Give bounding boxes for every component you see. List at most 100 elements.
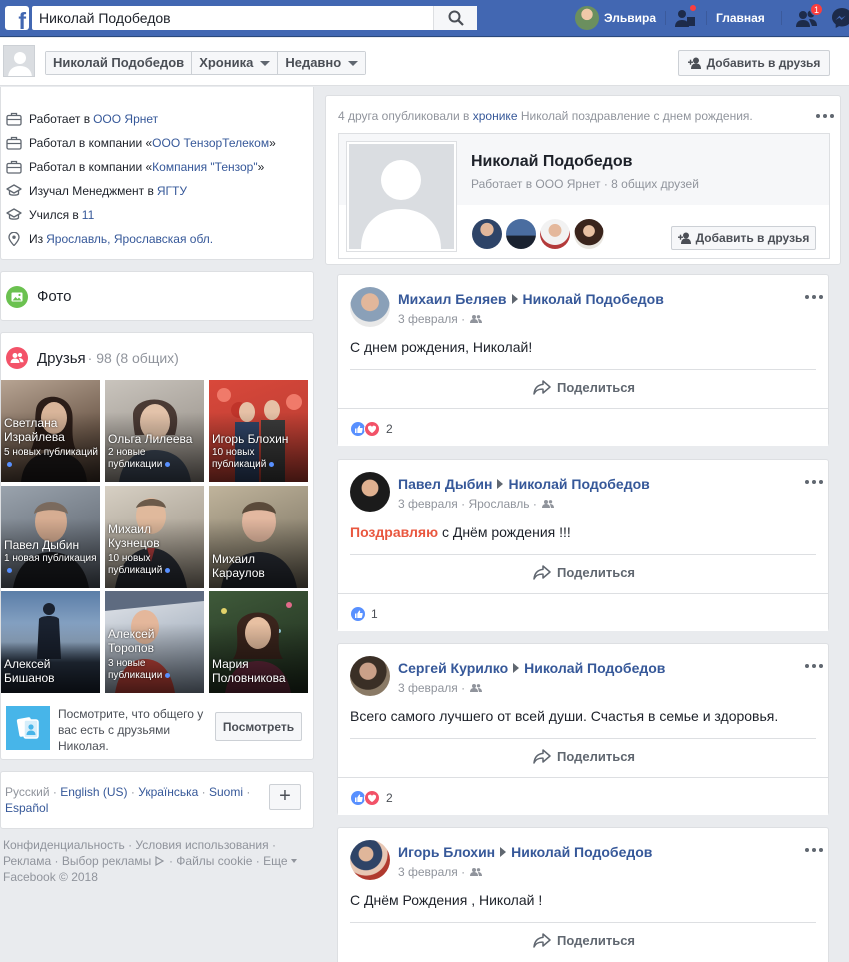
intro-link[interactable]: ООО ТензорТелеком: [152, 136, 269, 150]
language-link[interactable]: Українська: [138, 785, 198, 799]
friend-tile[interactable]: Игорь Блохин 10 новых публикаций: [209, 380, 308, 482]
post-target[interactable]: Николай Подобедов: [524, 660, 665, 676]
profile-header-bar: Николай Подобедов Хроника Недавно Добави…: [0, 38, 849, 86]
mutual-friends-promo: Посмотрите, что общего у вас есть с друз…: [6, 706, 309, 753]
profile-name-button[interactable]: Николай Подобедов: [46, 52, 193, 74]
friend-tile[interactable]: Ольга Лилеева 2 новые публикации: [105, 380, 204, 482]
friend-tile[interactable]: Михаил Кузнецов 10 новых публикаций: [105, 486, 204, 588]
friends-audience-icon[interactable]: [470, 683, 483, 693]
share-button[interactable]: Поделиться: [338, 930, 830, 950]
add-friend-button[interactable]: Добавить в друзья: [678, 50, 830, 76]
timeline-post: Михаил Беляев Николай Подобедов 3 февраля…: [337, 274, 829, 446]
more-options-icon[interactable]: [816, 114, 834, 118]
post-header: Павел Дыбин Николай Подобедов: [398, 476, 650, 492]
mutual-friend-avatar[interactable]: [540, 219, 570, 249]
timeline-dropdown[interactable]: Хроника: [192, 52, 279, 74]
post-author-avatar[interactable]: [350, 287, 390, 327]
post-date[interactable]: 3 февраля: [398, 312, 458, 326]
timeline-link[interactable]: хронике: [473, 109, 518, 123]
language-link[interactable]: Suomi: [209, 785, 243, 799]
search-input[interactable]: [32, 6, 432, 30]
facebook-logo-icon[interactable]: f: [5, 6, 29, 30]
more-options-icon[interactable]: [805, 295, 823, 299]
footer-link[interactable]: Конфиденциальность: [3, 838, 125, 852]
profile-avatar-small[interactable]: [3, 45, 35, 77]
intro-link[interactable]: Ярославль, Ярославская обл.: [46, 232, 213, 246]
friends-audience-icon[interactable]: [470, 314, 483, 324]
friends-icon: [6, 347, 28, 369]
intro-link[interactable]: 11: [82, 208, 94, 222]
see-mutual-button[interactable]: Посмотреть: [215, 712, 302, 741]
messages-button[interactable]: [830, 6, 849, 30]
footer-link[interactable]: Файлы cookie: [176, 854, 252, 868]
photos-icon: [6, 286, 28, 308]
friend-tile[interactable]: Павел Дыбин 1 новая публикация: [1, 486, 100, 588]
intro-link[interactable]: Компания "Тензор": [152, 160, 257, 174]
friends-audience-icon[interactable]: [470, 867, 483, 877]
post-reactions[interactable]: 1: [338, 593, 828, 631]
language-link[interactable]: English (US): [60, 785, 127, 799]
share-button[interactable]: Поделиться: [338, 377, 830, 397]
friend-tile[interactable]: Мария Половникова: [209, 591, 308, 693]
more-options-icon[interactable]: [805, 848, 823, 852]
mutual-friend-avatar[interactable]: [472, 219, 502, 249]
post-header: Игорь Блохин Николай Подобедов: [398, 844, 652, 860]
current-user-link[interactable]: Эльвира: [575, 6, 656, 30]
post-target[interactable]: Николай Подобедов: [508, 476, 649, 492]
intro-link[interactable]: ООО Ярнет: [93, 112, 158, 126]
profile-name[interactable]: Николай Подобедов: [471, 153, 632, 171]
friend-tile[interactable]: Алексей Бишанов: [1, 591, 100, 693]
post-author-avatar[interactable]: [350, 656, 390, 696]
ad-choices-icon[interactable]: [155, 855, 166, 867]
profile-picture[interactable]: [346, 141, 457, 252]
post-location[interactable]: Ярославль: [468, 497, 529, 511]
post-date[interactable]: 3 февраля: [398, 865, 458, 879]
add-friend-icon: [687, 57, 701, 69]
photos-card[interactable]: Фото: [0, 271, 314, 321]
mutual-friend-avatar[interactable]: [574, 219, 604, 249]
post-author-avatar[interactable]: [350, 472, 390, 512]
add-language-button[interactable]: +: [269, 784, 301, 810]
friend-tile[interactable]: Алексей Торопов 3 новые публикации: [105, 591, 204, 693]
default-avatar-icon: [361, 160, 441, 249]
recent-dropdown[interactable]: Недавно: [278, 52, 366, 74]
post-author-avatar[interactable]: [350, 840, 390, 880]
mutual-friend-avatar[interactable]: [506, 219, 536, 249]
add-friend-button[interactable]: Добавить в друзья: [671, 226, 816, 250]
friend-tile[interactable]: Михаил Караулов: [209, 486, 308, 588]
chevron-down-icon: [260, 60, 271, 66]
post-author[interactable]: Павел Дыбин: [398, 476, 492, 492]
profile-preview: Николай Подобедов Работает в ООО Ярнет ·…: [338, 133, 830, 259]
friend-requests-button[interactable]: 1: [795, 3, 824, 30]
post-reactions[interactable]: 2: [338, 777, 828, 815]
footer-link[interactable]: Реклама: [3, 854, 51, 868]
find-friends-button[interactable]: [673, 4, 697, 30]
post-target[interactable]: Николай Подобедов: [523, 291, 664, 307]
footer-more-link[interactable]: Еще: [263, 854, 297, 868]
friends-audience-icon[interactable]: [541, 499, 554, 509]
language-link[interactable]: Español: [5, 801, 48, 815]
search-button[interactable]: [433, 6, 477, 30]
arrow-right-icon: [511, 294, 518, 304]
more-options-icon[interactable]: [805, 480, 823, 484]
intro-link[interactable]: ЯГТУ: [157, 184, 187, 198]
friend-tile[interactable]: Светлана Израйлева 5 новых публикаций: [1, 380, 100, 482]
post-date[interactable]: 3 февраля: [398, 497, 458, 511]
share-button[interactable]: Поделиться: [338, 562, 830, 582]
home-link[interactable]: Главная: [716, 11, 765, 25]
friends-header[interactable]: Друзья · 98 (8 общих): [6, 347, 179, 369]
post-target[interactable]: Николай Подобедов: [511, 844, 652, 860]
share-label: Поделиться: [556, 748, 636, 764]
share-button[interactable]: Поделиться: [338, 746, 830, 766]
more-options-icon[interactable]: [805, 664, 823, 668]
post-author[interactable]: Сергей Курилко: [398, 660, 508, 676]
post-author[interactable]: Игорь Блохин: [398, 844, 495, 860]
friend-new-posts: 1 новая публикация: [4, 553, 98, 577]
post-reactions[interactable]: 2: [338, 408, 828, 446]
footer-link[interactable]: Условия использования: [135, 838, 268, 852]
post-author[interactable]: Михаил Беляев: [398, 291, 507, 307]
post-text: С днем рождения, Николай!: [350, 339, 533, 355]
post-date[interactable]: 3 февраля: [398, 681, 458, 695]
chevron-down-icon: [348, 60, 359, 66]
footer-link[interactable]: Выбор рекламы: [62, 854, 151, 868]
